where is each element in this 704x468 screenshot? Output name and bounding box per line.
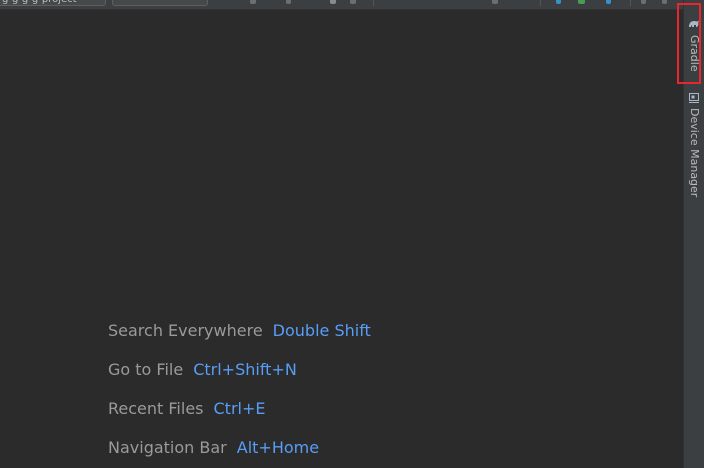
run-config-selector[interactable]: [112, 0, 208, 6]
device-manager-tool-button[interactable]: Device Manager: [684, 88, 704, 198]
toolbar-separator: [630, 0, 631, 6]
device-icon[interactable]: [556, 0, 561, 4]
sdk-manager-icon[interactable]: [578, 0, 585, 4]
gradle-elephant-icon: [689, 20, 699, 27]
hint-shortcut: Alt+Home: [236, 438, 320, 457]
device-manager-icon: [689, 93, 699, 103]
hint-label: Search Everywhere: [108, 321, 263, 340]
debug-icon[interactable]: [330, 0, 336, 4]
hint-label: Recent Files: [108, 399, 204, 418]
toolbar-icon[interactable]: [286, 0, 291, 4]
project-selector-value: g-g-g-g-project: [2, 0, 77, 5]
gradle-label: Gradle: [688, 35, 701, 72]
toolbar-separator: [540, 0, 541, 6]
right-tool-stripe: Gradle Device Manager: [683, 0, 704, 468]
gradle-tool-button[interactable]: Gradle: [684, 8, 704, 78]
device-manager-label: Device Manager: [688, 108, 701, 198]
main-toolbar: g-g-g-g-project: [0, 0, 684, 10]
toolbar-icon[interactable]: [492, 0, 498, 4]
hint-go-to-file: Go to File Ctrl+Shift+N: [108, 360, 297, 380]
toolbar-icon[interactable]: [350, 0, 356, 4]
hint-recent-files: Recent Files Ctrl+E: [108, 399, 265, 419]
hint-shortcut: Ctrl+E: [213, 399, 266, 418]
project-selector[interactable]: g-g-g-g-project: [0, 0, 106, 6]
ide-window: g-g-g-g-project Search Everywhere Double …: [0, 0, 704, 468]
hint-label: Navigation Bar: [108, 438, 227, 457]
toolbar-icon[interactable]: [641, 0, 646, 4]
sync-icon[interactable]: [606, 0, 611, 4]
toolbar-separator: [373, 0, 374, 6]
editor-empty-area[interactable]: [0, 10, 684, 468]
hint-shortcut: Double Shift: [272, 321, 371, 340]
hint-search-everywhere: Search Everywhere Double Shift: [108, 321, 371, 341]
search-icon[interactable]: [662, 0, 667, 4]
hint-navigation-bar: Navigation Bar Alt+Home: [108, 438, 319, 458]
toolbar-icon[interactable]: [250, 0, 256, 4]
hint-shortcut: Ctrl+Shift+N: [193, 360, 297, 379]
hint-label: Go to File: [108, 360, 184, 379]
